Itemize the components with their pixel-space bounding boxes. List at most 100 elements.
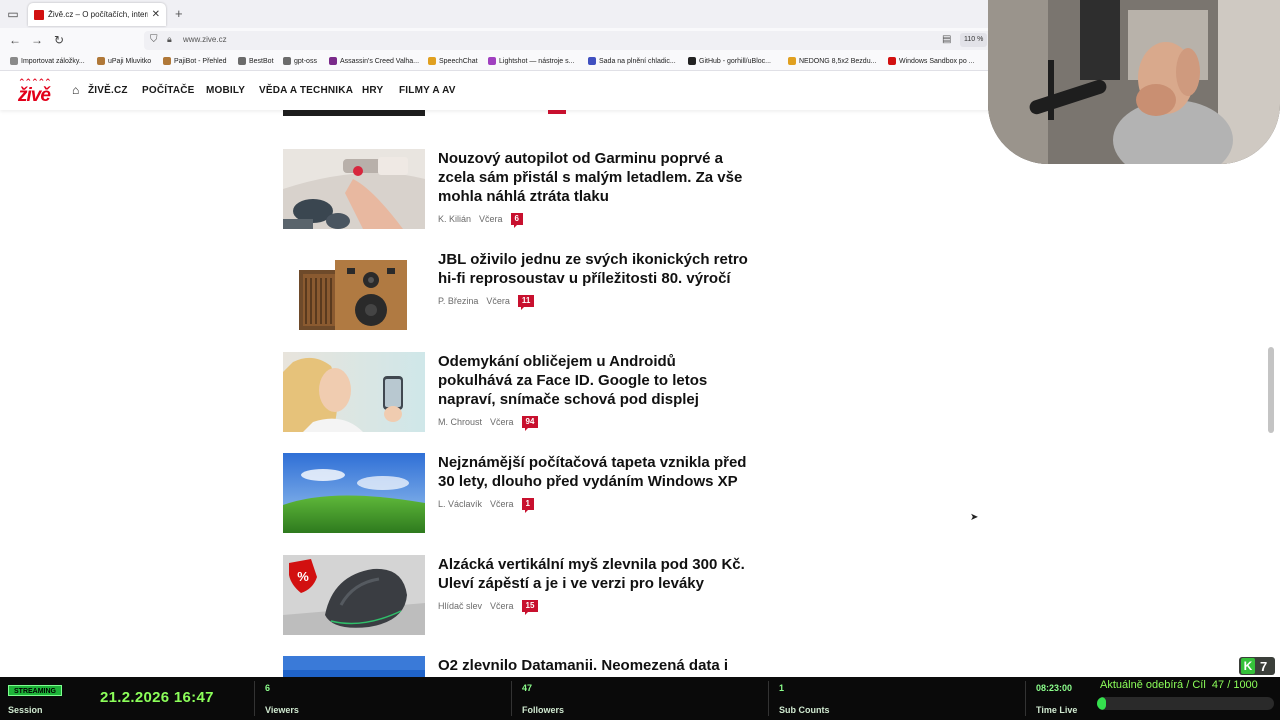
- bookmark-item[interactable]: Lightshot — nástroje s...: [488, 57, 574, 65]
- tracking-shield-icon[interactable]: ⛉: [150, 34, 158, 45]
- bookmark-label: BestBot: [249, 57, 274, 65]
- tab-active[interactable]: Živě.cz – O počítačích, internetu ✕: [28, 3, 166, 26]
- bookmark-label: Importovat záložky...: [21, 57, 85, 65]
- article-title[interactable]: Alzácká vertikální myš zlevnila pod 300 …: [438, 555, 753, 593]
- comment-count-badge[interactable]: 11: [517, 295, 535, 310]
- nav-pocitace[interactable]: POČÍTAČE: [142, 85, 195, 96]
- article-title[interactable]: Nejznámější počítačová tapeta vznikla př…: [438, 453, 753, 491]
- article-item[interactable]: O2 zlevnilo Datamanii. Neomezená data i: [283, 656, 763, 677]
- divider: [511, 681, 512, 716]
- close-tab-icon[interactable]: ✕: [152, 9, 160, 20]
- article-author[interactable]: Hlídač slev: [438, 601, 482, 611]
- reload-icon[interactable]: ↻: [54, 33, 64, 47]
- nav-zive[interactable]: ŽIVĚ.CZ: [88, 85, 128, 96]
- article-thumbnail[interactable]: [283, 149, 425, 229]
- forward-icon[interactable]: →: [31, 33, 43, 47]
- reader-view-icon[interactable]: ▤: [942, 34, 951, 45]
- divider: [254, 681, 255, 716]
- time-live-label: Time Live: [1036, 705, 1078, 715]
- article-item[interactable]: Odemykání obličejem u Androidů pokulhává…: [283, 352, 763, 432]
- kick-logo-icon: K: [1241, 658, 1255, 674]
- lock-icon[interactable]: 🔒︎: [167, 34, 172, 45]
- comment-count-badge[interactable]: 6: [510, 213, 523, 228]
- article-title[interactable]: O2 zlevnilo Datamanii. Neomezená data i: [438, 656, 753, 675]
- comment-count-badge[interactable]: 1: [521, 498, 534, 513]
- bookmark-item[interactable]: Sada na plnění chladic...: [588, 57, 676, 65]
- previous-article-thumbnail[interactable]: [283, 110, 425, 116]
- new-tab-icon[interactable]: +: [175, 6, 183, 21]
- bookmark-label: Lightshot — nástroje s...: [499, 57, 575, 65]
- bookmark-favicon-icon: [97, 57, 105, 65]
- logo-text: živě: [18, 85, 51, 106]
- article-list: Nouzový autopilot od Garminu poprvé a zc…: [0, 110, 1280, 677]
- stream-datetime: 21.2.2026 16:47: [100, 689, 214, 706]
- comment-count-badge[interactable]: 15: [521, 600, 539, 615]
- home-icon[interactable]: ⌂: [72, 83, 79, 97]
- bookmark-item[interactable]: Windows Sandbox po ...: [888, 57, 975, 65]
- comment-count-badge[interactable]: 94: [521, 416, 539, 431]
- bookmark-label: uPaji Mluvitko: [108, 57, 152, 65]
- article-author[interactable]: P. Březina: [438, 296, 478, 306]
- address-bar[interactable]: ⛉ 🔒︎ www.zive.cz ▤ 110 %: [144, 31, 994, 50]
- bookmark-item[interactable]: SpeechChat: [428, 57, 478, 65]
- previous-comment-badge[interactable]: [548, 110, 566, 114]
- bookmark-item[interactable]: gpt-oss: [283, 57, 317, 65]
- bookmark-item[interactable]: NEDONG 8,5x2 Bezdu...: [788, 57, 876, 65]
- bookmark-favicon-icon: [10, 57, 18, 65]
- article-date: Včera: [479, 214, 503, 224]
- bookmark-item[interactable]: Assassin's Creed Valha...: [329, 57, 419, 65]
- webcam-overlay: [988, 0, 1280, 164]
- bookmark-label: NEDONG 8,5x2 Bezdu...: [799, 57, 877, 65]
- sub-goal-progress-fill: [1097, 697, 1106, 710]
- zoom-level-button[interactable]: 110 %: [960, 33, 988, 47]
- bookmark-item[interactable]: Importovat záložky...: [10, 57, 85, 65]
- bookmark-favicon-icon: [283, 57, 291, 65]
- article-meta: L. Václavík Včera 1: [438, 498, 534, 513]
- bookmark-item[interactable]: uPaji Mluvitko: [97, 57, 151, 65]
- bookmark-favicon-icon: [488, 57, 496, 65]
- bookmark-favicon-icon: [588, 57, 596, 65]
- article-thumbnail[interactable]: [283, 250, 425, 330]
- bookmark-item[interactable]: GitHub - gorhill/uBloc...: [688, 57, 771, 65]
- article-title[interactable]: Nouzový autopilot od Garminu poprvé a zc…: [438, 149, 753, 206]
- article-title[interactable]: JBL oživilo jednu ze svých ikonických re…: [438, 250, 753, 288]
- session-label: Session: [8, 705, 43, 715]
- article-author[interactable]: M. Chroust: [438, 417, 482, 427]
- kick-count: 7: [1260, 658, 1268, 674]
- nav-veda-a-technika[interactable]: VĚDA A TECHNIKA: [259, 85, 353, 96]
- back-icon[interactable]: ←: [9, 33, 21, 47]
- bookmark-item[interactable]: BestBot: [238, 57, 274, 65]
- stream-status-bar: STREAMING Session 21.2.2026 16:47 6 View…: [0, 677, 1280, 720]
- article-thumbnail[interactable]: [283, 453, 425, 533]
- tab-title: Živě.cz – O počítačích, internetu: [48, 10, 148, 19]
- article-item[interactable]: JBL oživilo jednu ze svých ikonických re…: [283, 250, 763, 330]
- bookmark-item[interactable]: PajiBot - Přehled: [163, 57, 227, 65]
- mouse-cursor-icon: ➤: [970, 512, 979, 523]
- viewers-count: 6: [265, 683, 271, 693]
- bookmark-favicon-icon: [163, 57, 171, 65]
- bookmark-favicon-icon: [329, 57, 337, 65]
- nav-mobily[interactable]: MOBILY: [206, 85, 245, 96]
- sub-goal-label: Aktuálně odebírá / Cíl 47 / 1000: [1100, 679, 1258, 691]
- bookmark-label: SpeechChat: [439, 57, 478, 65]
- followers-count: 47: [522, 683, 533, 693]
- url-text[interactable]: www.zive.cz: [183, 35, 227, 44]
- article-meta: P. Březina Včera 11: [438, 295, 535, 310]
- article-thumbnail[interactable]: %: [283, 555, 425, 635]
- subs-label: Sub Counts: [779, 705, 830, 715]
- article-title[interactable]: Odemykání obličejem u Androidů pokulhává…: [438, 352, 753, 409]
- tab-list-icon[interactable]: ▭: [6, 7, 20, 21]
- article-date: Včera: [490, 499, 514, 509]
- article-item[interactable]: Nouzový autopilot od Garminu poprvé a zc…: [283, 149, 763, 229]
- nav-hry[interactable]: HRY: [362, 85, 383, 96]
- page-scrollbar[interactable]: [1268, 347, 1274, 433]
- article-item[interactable]: % Alzácká vertikální myš zlevnila pod 30…: [283, 555, 763, 635]
- article-thumbnail[interactable]: [283, 352, 425, 432]
- article-item[interactable]: Nejznámější počítačová tapeta vznikla př…: [283, 453, 763, 533]
- zive-logo[interactable]: ⌃⌃⌃⌃⌃ živě: [18, 78, 58, 107]
- article-thumbnail[interactable]: [283, 656, 425, 677]
- article-author[interactable]: L. Václavík: [438, 499, 482, 509]
- nav-filmy-a-av[interactable]: FILMY A AV: [399, 85, 456, 96]
- svg-text:%: %: [297, 569, 309, 584]
- article-author[interactable]: K. Kilián: [438, 214, 471, 224]
